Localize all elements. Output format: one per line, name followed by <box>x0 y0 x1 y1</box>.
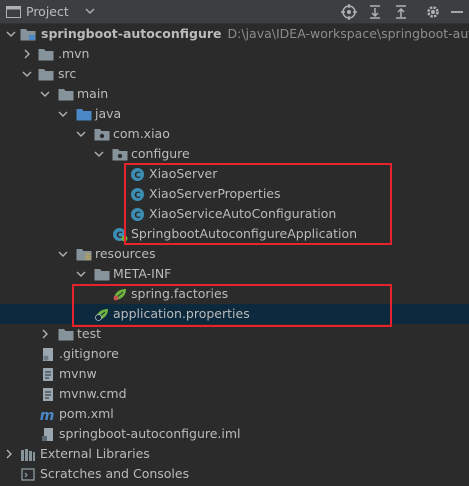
tree-item-spring-factories[interactable]: spring.factories <box>0 284 469 304</box>
project-icon <box>6 6 21 18</box>
module-name: springboot-autoconfigure <box>41 26 222 41</box>
tree-item-label: mvnw <box>59 366 97 381</box>
tree-item-label: mvn <box>61 46 90 61</box>
expanded-arrow-icon[interactable] <box>76 129 86 139</box>
tree-item-gitignore[interactable]: .gitignore <box>0 344 469 364</box>
tree-item-root-module[interactable]: springboot-autoconfigure D:\java\IDEA-wor… <box>0 24 469 44</box>
class-icon: C <box>131 188 144 201</box>
tree-item-package-com-xiao[interactable]: com.xiao <box>0 124 469 144</box>
tree-item-mvn[interactable]: .mvn <box>0 44 469 64</box>
tree-item-label: .gitignore <box>59 346 119 361</box>
spring-properties-icon <box>95 309 108 321</box>
expanded-arrow-icon[interactable] <box>58 249 68 259</box>
svg-text:C: C <box>134 211 141 221</box>
tree-item-main[interactable]: main <box>0 84 469 104</box>
collapsed-arrow-icon[interactable] <box>40 329 50 339</box>
tree-item-class-xiaoserverproperties[interactable]: C XiaoServerProperties <box>0 184 469 204</box>
class-icon: C <box>131 208 144 221</box>
tree-item-iml[interactable]: springboot-autoconfigure.iml <box>0 424 469 444</box>
tree-item-application-properties[interactable]: application.properties <box>0 304 469 324</box>
module-path: D:\java\IDEA-workspace\springboot-autoco… <box>227 26 469 41</box>
tree-item-external-libraries[interactable]: External Libraries <box>0 444 469 464</box>
tree-item-mvnw-cmd[interactable]: mvnw.cmd <box>0 384 469 404</box>
tree-item-src[interactable]: src <box>0 64 469 84</box>
tree-item-label: springboot-autoconfigure.iml <box>59 426 241 441</box>
folder-icon <box>38 49 54 61</box>
folder-icon <box>38 69 54 81</box>
tree-item-class-xiaoserver[interactable]: C XiaoServer <box>0 164 469 184</box>
folder-icon <box>94 269 110 281</box>
tree-item-label: mvnw.cmd <box>59 386 127 401</box>
module-file-icon <box>42 428 53 441</box>
svg-text:C: C <box>134 191 141 201</box>
tree-item-label: META-INF <box>113 266 172 281</box>
tree-item-meta-inf[interactable]: META-INF <box>0 264 469 284</box>
hide-icon[interactable] <box>448 3 466 21</box>
tree-item-label: Scratches and Consoles <box>40 466 190 481</box>
svg-text:C: C <box>134 171 141 181</box>
tree-item-class-xiaoserviceautoconfiguration[interactable]: C XiaoServiceAutoConfiguration <box>0 204 469 224</box>
tree-item-label: External Libraries <box>40 446 150 461</box>
tree-item-class-application[interactable]: C SpringbootAutoconfigureApplication <box>0 224 469 244</box>
tree-item-label: SpringbootAutoconfigureApplication <box>131 226 358 241</box>
resource-folder-icon <box>76 249 92 261</box>
library-icon <box>21 449 35 461</box>
tree-item-label: XiaoServiceAutoConfiguration <box>149 206 337 221</box>
tree-item-label: application.properties <box>113 306 250 321</box>
text-file-icon <box>43 368 53 381</box>
collapsed-arrow-icon[interactable] <box>4 449 14 459</box>
tree-item-label: resources <box>95 246 156 261</box>
expanded-arrow-icon[interactable] <box>40 89 50 99</box>
tree-item-resources[interactable]: resources <box>0 244 469 264</box>
source-folder-icon <box>76 109 92 121</box>
spring-boot-class-icon: C <box>113 228 128 242</box>
tree-item-label: java <box>95 106 122 121</box>
spring-leaf-icon <box>113 289 126 301</box>
tree-item-label: main <box>77 86 109 101</box>
text-file-icon <box>43 388 53 401</box>
collapsed-arrow-icon[interactable] <box>22 49 32 59</box>
project-view-title[interactable]: Project <box>26 4 69 19</box>
tree-item-mvnw[interactable]: mvnw <box>0 364 469 384</box>
tree-item-label: configure <box>131 146 190 161</box>
tree-item-label: XiaoServerProperties <box>149 186 281 201</box>
svg-text:m: m <box>40 408 55 422</box>
expanded-arrow-icon[interactable] <box>58 109 68 119</box>
tree-item-label: src <box>58 66 77 81</box>
project-toolbar: Project <box>0 0 469 24</box>
expanded-arrow-icon[interactable] <box>76 269 86 279</box>
package-icon <box>112 149 128 161</box>
expand-all-icon[interactable] <box>392 3 410 21</box>
expanded-arrow-icon[interactable] <box>22 69 32 79</box>
tree-item-java[interactable]: java <box>0 104 469 124</box>
tree-item-test[interactable]: test <box>0 324 469 344</box>
expanded-arrow-icon[interactable] <box>94 149 104 159</box>
gitignore-file-icon <box>43 348 53 361</box>
scratches-icon <box>21 468 35 481</box>
maven-icon: m <box>40 408 55 422</box>
tree-item-label: spring.factories <box>131 286 229 301</box>
locate-icon[interactable] <box>340 3 358 21</box>
tree-item-label: test <box>77 326 102 341</box>
folder-icon <box>58 329 74 341</box>
tree-item-label: pom.xml <box>59 406 114 421</box>
collapse-all-icon[interactable] <box>366 3 384 21</box>
tree-item-label: com.xiao <box>113 126 170 141</box>
tree-item-pom[interactable]: m pom.xml <box>0 404 469 424</box>
chevron-down-icon[interactable] <box>85 5 95 17</box>
folder-icon <box>58 89 74 101</box>
project-tree: springboot-autoconfigure D:\java\IDEA-wor… <box>0 24 469 486</box>
tree-item-scratches[interactable]: Scratches and Consoles <box>0 464 469 484</box>
class-icon: C <box>131 168 144 181</box>
package-icon <box>94 129 110 141</box>
tree-item-package-configure[interactable]: configure <box>0 144 469 164</box>
tree-item-label: XiaoServer <box>149 166 218 181</box>
module-folder-icon <box>20 29 36 41</box>
expanded-arrow-icon[interactable] <box>6 29 16 39</box>
gear-icon[interactable] <box>424 3 442 21</box>
